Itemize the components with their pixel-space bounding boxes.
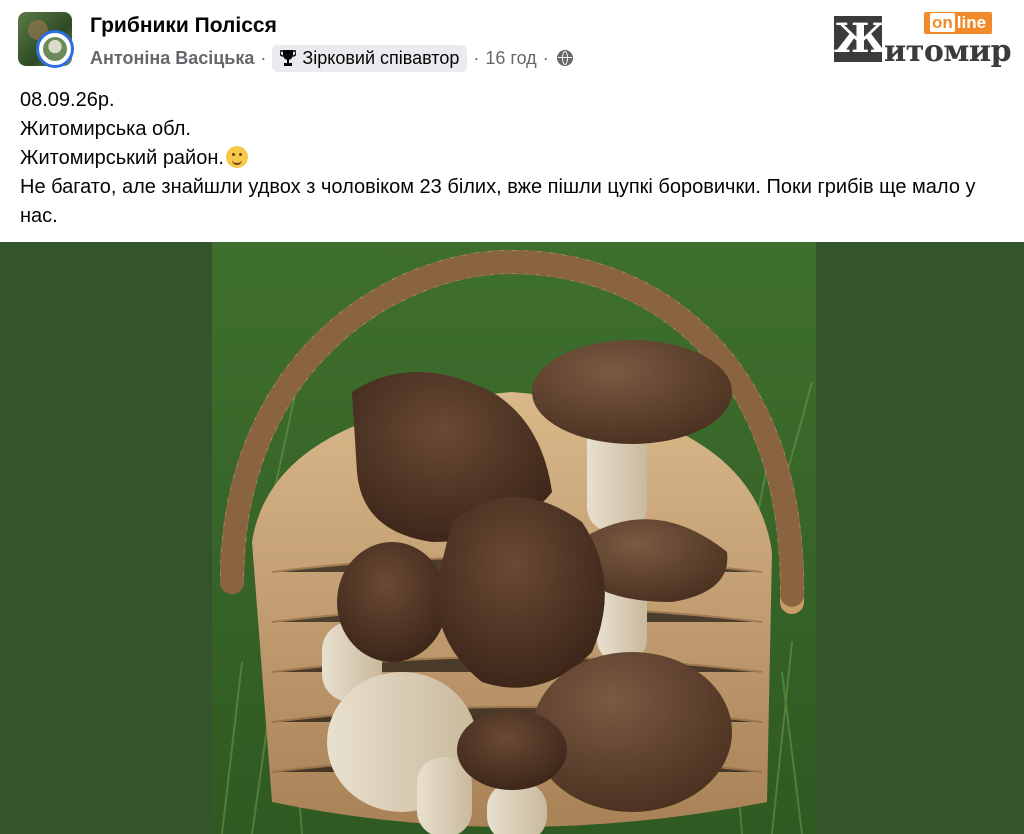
hugging-face-emoji-icon — [225, 146, 248, 168]
logo-letter: Ж — [834, 15, 887, 62]
mushroom-basket-photo[interactable] — [212, 242, 816, 834]
avatar-stack[interactable] — [18, 12, 82, 76]
post-timestamp-link[interactable]: 16 год — [485, 48, 536, 69]
contributor-badge[interactable]: Зірковий співавтор — [272, 44, 468, 72]
trophy-icon — [279, 49, 298, 67]
logo-online-tag: on line — [924, 12, 993, 34]
badge-label: Зірковий співавтор — [302, 47, 460, 68]
meta-separator: · — [473, 47, 480, 68]
post-line-district: Житомирський район. — [20, 144, 1010, 173]
author-avatar-image — [43, 37, 67, 61]
post-body: 08.09.26р. Житомирська обл. Житомирський… — [20, 86, 1010, 231]
logo-word: итомир — [884, 34, 1012, 69]
author-avatar[interactable] — [36, 30, 74, 68]
meta-separator: · — [260, 47, 267, 68]
post-line-date: 08.09.26р. — [20, 89, 115, 111]
meta-separator: · — [542, 47, 549, 68]
post-media[interactable] — [0, 242, 1024, 834]
globe-icon[interactable] — [556, 50, 573, 66]
post-meta: Антоніна Васіцька · Зірковий співавтор ·… — [90, 42, 573, 74]
post-header: Грибники Полісся Антоніна Васіцька · Зір… — [0, 0, 1024, 240]
zhytomyr-online-watermark: on line Ж итомир — [834, 10, 1014, 69]
author-name-link[interactable]: Антоніна Васіцька — [90, 48, 254, 69]
post-line-region: Житомирська обл. — [20, 118, 191, 140]
post-line-description: Не багато, але знайшли удвох з чоловіком… — [20, 176, 976, 227]
group-name-link[interactable]: Грибники Полісся — [90, 14, 277, 38]
